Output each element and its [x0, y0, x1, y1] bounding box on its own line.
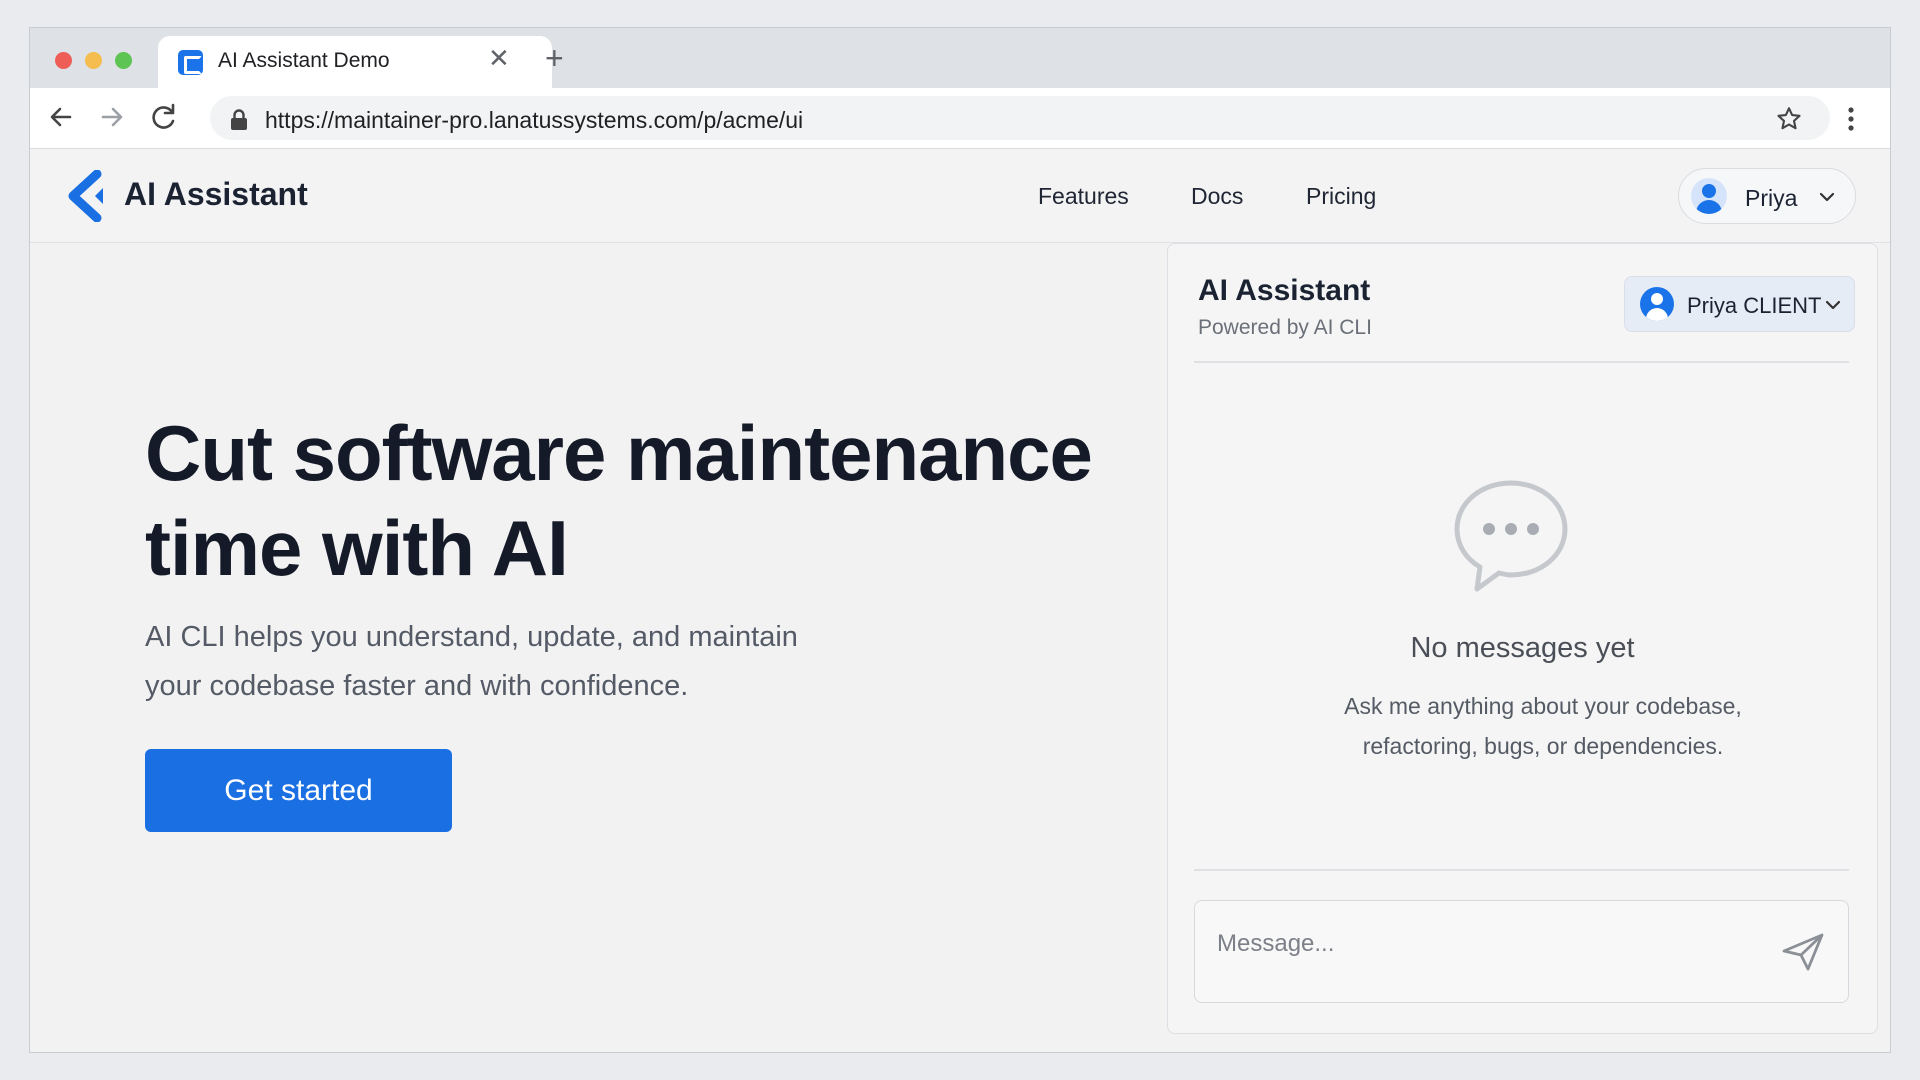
browser-toolbar: https://maintainer-pro.lanatussystems.co…: [30, 88, 1890, 149]
panel-footer-divider: [1194, 869, 1849, 871]
client-label: Priya CLIENT: [1687, 293, 1822, 318]
reload-icon[interactable]: [146, 99, 182, 135]
empty-state-title: No messages yet: [1410, 632, 1635, 664]
message-composer: [1194, 900, 1849, 1003]
nav-link-features[interactable]: Features: [1038, 183, 1129, 210]
tab-strip: AI Assistant Demo ✕ +: [30, 28, 1890, 88]
tab-title: AI Assistant Demo: [218, 49, 390, 72]
plus-icon[interactable]: +: [545, 42, 564, 74]
hero-subtitle-line2: your codebase faster and with confidence…: [145, 670, 689, 702]
get-started-button[interactable]: Get started: [145, 749, 452, 832]
logo-chevron-icon[interactable]: [63, 170, 109, 222]
message-input[interactable]: [1217, 927, 1737, 961]
kebab-menu-icon[interactable]: [1845, 105, 1857, 133]
forward-arrow-icon[interactable]: [94, 99, 130, 135]
nav-link-pricing[interactable]: Pricing: [1306, 183, 1376, 210]
close-icon[interactable]: ✕: [488, 45, 510, 71]
empty-state-description: Ask me anything about your codebase, ref…: [1268, 686, 1818, 766]
chat-subtitle: Powered by AI CLI: [1198, 316, 1372, 339]
tab-favicon-icon: [178, 50, 203, 75]
user-avatar-icon: [1691, 178, 1727, 214]
chat-bubble-icon: [1454, 480, 1568, 592]
empty-desc-line2: refactoring, bugs, or dependencies.: [1362, 733, 1724, 759]
chevron-down-icon: [1819, 192, 1835, 202]
site-header: AI Assistant Features Docs Pricing Priya: [30, 150, 1890, 243]
brand-name[interactable]: AI Assistant: [124, 176, 308, 213]
hero-title-line2: time with AI: [145, 504, 569, 592]
empty-desc-line1: Ask me anything about your codebase,: [1344, 693, 1742, 719]
hero-title-line1: Cut software maintenance: [145, 409, 1093, 497]
chat-title: AI Assistant: [1198, 274, 1371, 307]
user-avatar-icon: [1640, 287, 1674, 321]
hero-subtitle-line1: AI CLI helps you understand, update, and…: [145, 621, 798, 653]
panel-header-divider: [1194, 361, 1849, 363]
url-text[interactable]: https://maintainer-pro.lanatussystems.co…: [265, 107, 803, 134]
nav-link-docs[interactable]: Docs: [1191, 183, 1243, 210]
star-icon[interactable]: [1775, 105, 1803, 133]
back-arrow-icon[interactable]: [43, 99, 79, 135]
browser-window: AI Assistant Demo ✕ + https://maintainer…: [29, 27, 1891, 1053]
minimize-window-button[interactable]: [85, 52, 102, 69]
chat-panel: AI Assistant Powered by AI CLI Priya CLI…: [1167, 243, 1878, 1034]
hero-title: Cut software maintenance time with AI: [145, 406, 1145, 596]
client-selector[interactable]: Priya CLIENT: [1624, 276, 1855, 332]
hero-subtitle: AI CLI helps you understand, update, and…: [145, 613, 905, 711]
maximize-window-button[interactable]: [115, 52, 132, 69]
lock-icon: [231, 109, 247, 130]
user-menu-button[interactable]: Priya: [1678, 168, 1856, 224]
user-name: Priya: [1745, 185, 1798, 211]
send-icon[interactable]: [1780, 931, 1826, 973]
chevron-down-icon: [1825, 300, 1841, 310]
close-window-button[interactable]: [55, 52, 72, 69]
